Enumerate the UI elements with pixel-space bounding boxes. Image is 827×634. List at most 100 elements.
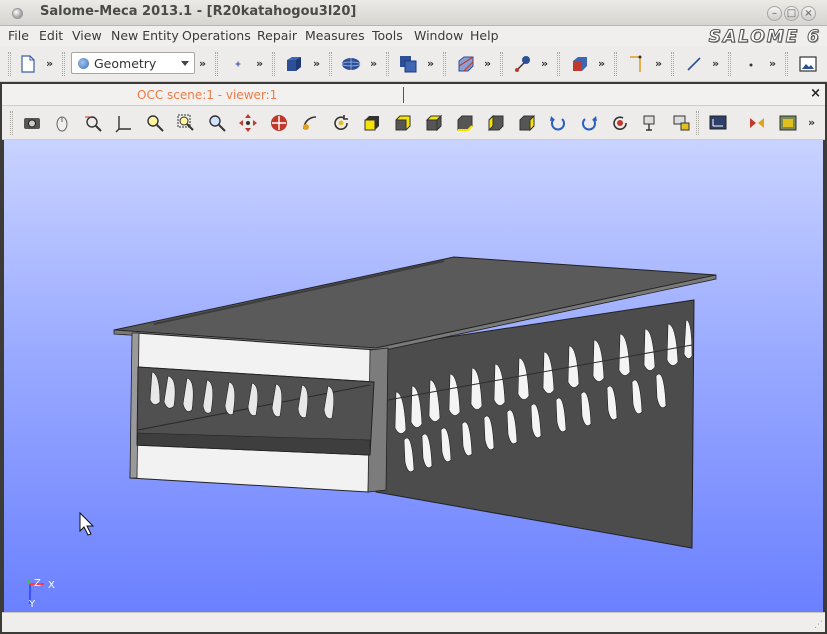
- top-view-icon[interactable]: [424, 113, 444, 133]
- toolbar-grip[interactable]: [443, 52, 446, 76]
- toolbar-grip[interactable]: [696, 111, 699, 135]
- toolbar-extension-icon[interactable]: »: [484, 57, 491, 70]
- menu-file[interactable]: File: [8, 28, 29, 43]
- menu-help[interactable]: Help: [470, 28, 499, 43]
- minimize-button[interactable]: –: [767, 6, 782, 21]
- menu-tools[interactable]: Tools: [372, 28, 403, 43]
- salome-logo: SALOME 6: [708, 27, 821, 48]
- module-selector-value: Geometry: [94, 56, 157, 71]
- mouse-icon[interactable]: [52, 113, 72, 133]
- graduated-axes-icon[interactable]: [708, 113, 728, 133]
- toolbar-extension-icon[interactable]: »: [199, 57, 206, 70]
- window-title: Salome-Meca 2013.1 - [R20katahogou3l20]: [40, 4, 357, 19]
- axis-y-label: Y: [29, 599, 36, 610]
- tab-cursor: [403, 87, 404, 103]
- rotate-icon[interactable]: [331, 113, 351, 133]
- toolbar-extension-icon[interactable]: »: [769, 57, 776, 70]
- right-view-icon[interactable]: [517, 113, 537, 133]
- toolbar-extension-icon[interactable]: »: [370, 57, 377, 70]
- size-grip-icon[interactable]: ⋰: [814, 620, 823, 630]
- close-button[interactable]: ×: [801, 6, 816, 21]
- rotation-point-icon[interactable]: [300, 113, 320, 133]
- toolbar-grip[interactable]: [329, 52, 332, 76]
- toolbar-extension-icon[interactable]: »: [427, 57, 434, 70]
- new-document-icon[interactable]: [18, 54, 38, 74]
- menu-edit[interactable]: Edit: [39, 28, 63, 43]
- front-view-icon[interactable]: [362, 113, 382, 133]
- 3d-shape-view[interactable]: [4, 140, 823, 612]
- toolbar-extension-icon[interactable]: »: [46, 57, 53, 70]
- point-icon[interactable]: [228, 54, 248, 74]
- line-icon[interactable]: [627, 54, 647, 74]
- toolbar-grip[interactable]: [272, 52, 275, 76]
- dump-view-icon[interactable]: [22, 113, 42, 133]
- boolean-icon[interactable]: [398, 54, 418, 74]
- maximize-button[interactable]: □: [784, 6, 799, 21]
- vertex-icon[interactable]: [684, 54, 704, 74]
- back-view-icon[interactable]: [393, 113, 413, 133]
- mouse-cursor-icon: [79, 511, 95, 536]
- toolbar-grip[interactable]: [8, 52, 11, 76]
- memorize-view-icon[interactable]: [778, 113, 798, 133]
- window-titlebar: Salome-Meca 2013.1 - [R20katahogou3l20] …: [0, 0, 827, 26]
- menu-new-entity[interactable]: New Entity: [111, 28, 179, 43]
- clipping-icon[interactable]: [672, 113, 692, 133]
- toolbar-grip[interactable]: [386, 52, 389, 76]
- axis-trihedron-icon: [27, 579, 44, 604]
- toolbar-grip[interactable]: [500, 52, 503, 76]
- chevron-down-icon: [181, 61, 189, 66]
- box-icon[interactable]: [284, 54, 304, 74]
- menu-repair[interactable]: Repair: [257, 28, 297, 43]
- reset-view-icon[interactable]: [610, 113, 630, 133]
- toolbar-grip[interactable]: [10, 111, 13, 135]
- viewer-tab-bar: OCC scene:1 - viewer:1 ×: [2, 84, 825, 106]
- picture-icon[interactable]: [798, 54, 818, 74]
- pan-select-icon[interactable]: [83, 113, 103, 133]
- zoom-icon[interactable]: [207, 113, 227, 133]
- axis-z-label: Z: [34, 578, 41, 589]
- toolbar-extension-icon[interactable]: »: [313, 57, 320, 70]
- group-icon[interactable]: [570, 54, 590, 74]
- toolbar-extension-icon[interactable]: »: [598, 57, 605, 70]
- toolbar-grip[interactable]: [614, 52, 617, 76]
- occ-3d-viewer[interactable]: Z X Y: [4, 140, 823, 612]
- geometry-module-icon: [78, 58, 89, 69]
- global-pan-icon[interactable]: [269, 113, 289, 133]
- close-viewer-icon[interactable]: ×: [810, 86, 821, 101]
- camera-icon[interactable]: [747, 113, 767, 133]
- toolbar-grip[interactable]: [557, 52, 560, 76]
- toolbar-extension-icon[interactable]: »: [712, 57, 719, 70]
- menu-measures[interactable]: Measures: [305, 28, 365, 43]
- app-icon: [12, 8, 23, 19]
- viewer-toolbar: »: [2, 106, 825, 140]
- toolbar-extension-icon[interactable]: »: [541, 57, 548, 70]
- toolbar-extension-icon[interactable]: »: [256, 57, 263, 70]
- tab-occ-viewer[interactable]: OCC scene:1 - viewer:1: [137, 88, 277, 102]
- clockwise-icon[interactable]: [579, 113, 599, 133]
- menu-view[interactable]: View: [72, 28, 102, 43]
- sphere-icon[interactable]: [341, 54, 361, 74]
- toolbar-grip[interactable]: [215, 52, 218, 76]
- toolbar-extension-icon[interactable]: »: [655, 57, 662, 70]
- module-selector[interactable]: Geometry: [71, 52, 195, 74]
- menu-window[interactable]: Window: [414, 28, 463, 43]
- status-bar: ⋰: [2, 612, 825, 632]
- bottom-view-icon[interactable]: [455, 113, 475, 133]
- menu-bar: File Edit View New Entity Operations Rep…: [0, 26, 827, 46]
- pan-icon[interactable]: [238, 113, 258, 133]
- toolbar-extension-icon[interactable]: »: [808, 116, 815, 129]
- trihedron-icon[interactable]: [114, 113, 134, 133]
- fit-area-icon[interactable]: [176, 113, 196, 133]
- anticlockwise-icon[interactable]: [548, 113, 568, 133]
- toolbar-grip[interactable]: [728, 52, 731, 76]
- vertex-point-icon[interactable]: [741, 54, 761, 74]
- partition-icon[interactable]: [456, 54, 476, 74]
- fit-all-icon[interactable]: [145, 113, 165, 133]
- menu-operations[interactable]: Operations: [182, 28, 251, 43]
- toolbar-grip[interactable]: [671, 52, 674, 76]
- toolbar-grip[interactable]: [62, 52, 65, 76]
- toolbar-grip[interactable]: [785, 52, 788, 76]
- left-view-icon[interactable]: [486, 113, 506, 133]
- clone-view-icon[interactable]: [641, 113, 661, 133]
- connection-icon[interactable]: [513, 54, 533, 74]
